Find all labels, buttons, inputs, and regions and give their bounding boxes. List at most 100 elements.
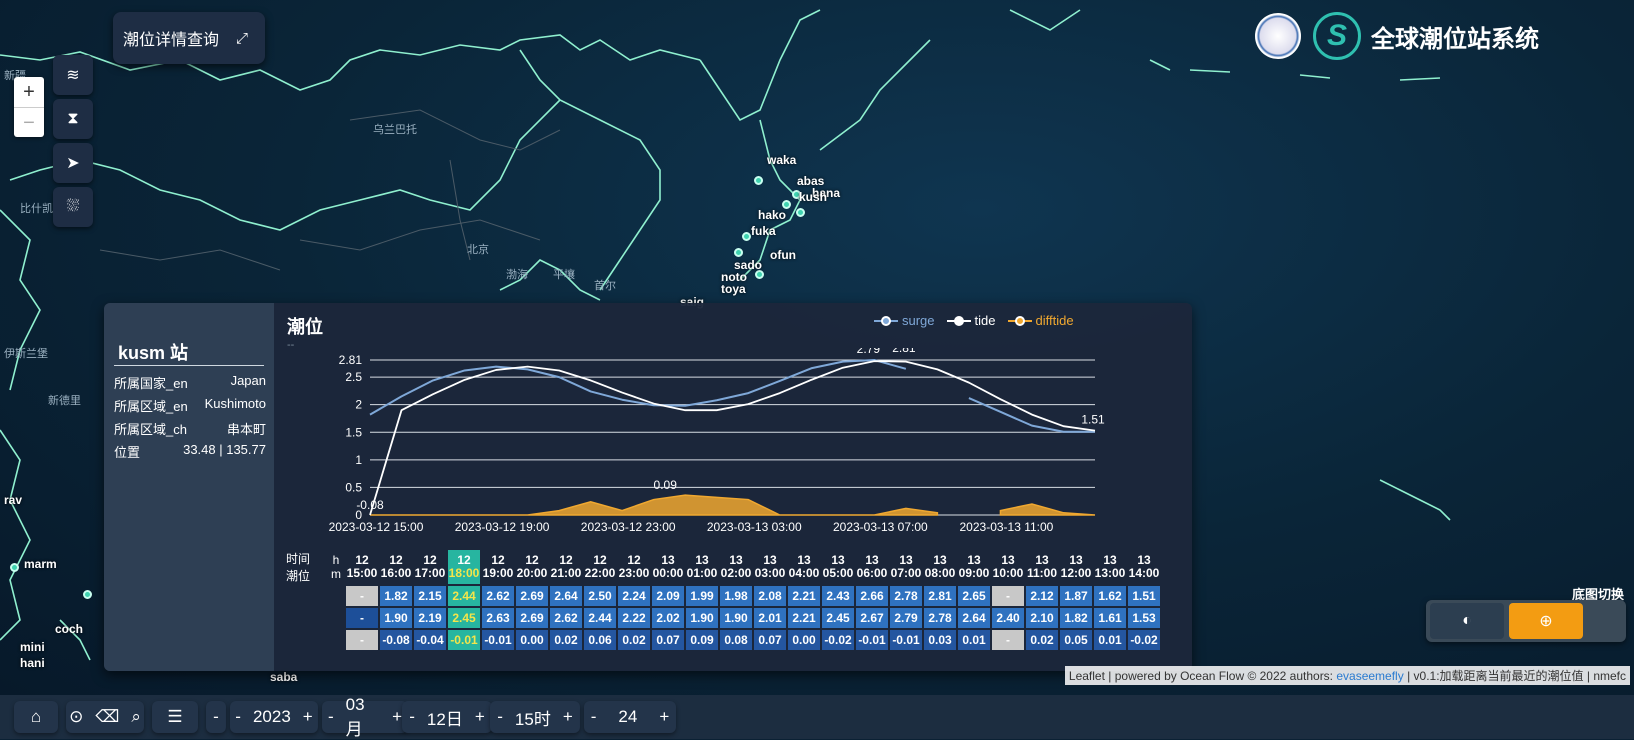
time-header[interactable]: 12 17:00	[414, 550, 446, 584]
time-header[interactable]: 13 10:00	[992, 550, 1024, 584]
station-label[interactable]: saba	[270, 670, 297, 684]
time-header[interactable]: 12 18:00	[448, 550, 480, 584]
legend-item-difftide[interactable]: difftide	[1007, 313, 1074, 328]
time-header[interactable]: 13 00:00	[652, 550, 684, 584]
series-difftide-area	[999, 503, 1096, 516]
time-header[interactable]: 13 06:00	[856, 550, 888, 584]
globe-dark-icon[interactable]: ◐	[1430, 603, 1504, 639]
table-cell: 0.02	[1026, 630, 1058, 650]
table-cell: 1.98	[720, 586, 752, 606]
month-plus[interactable]: +	[392, 707, 402, 727]
time-header[interactable]: 12 19:00	[482, 550, 514, 584]
station-label[interactable]: waka	[767, 153, 796, 167]
chart-legend: surge tide difftide	[874, 313, 1086, 328]
table-cell: 2.69	[516, 586, 548, 606]
hour-plus[interactable]: +	[563, 707, 573, 727]
legend-marker-icon	[1007, 315, 1032, 327]
hour-stepper[interactable]: - 15时 +	[490, 701, 580, 733]
y-tick-label: 1.5	[345, 425, 362, 439]
time-header[interactable]: 13 14:00	[1128, 550, 1160, 584]
month-value: 03月	[345, 694, 365, 739]
station-label[interactable]: coch	[55, 622, 83, 636]
time-header[interactable]: 13 01:00	[686, 550, 718, 584]
station-label[interactable]: hani	[20, 656, 45, 670]
hour-unit: h	[332, 553, 340, 567]
hourglass-icon[interactable]: ⧗	[53, 99, 93, 139]
home-icon[interactable]: ⌂	[14, 701, 58, 733]
year-minus[interactable]: -	[235, 707, 241, 727]
time-header[interactable]: 12 16:00	[380, 550, 412, 584]
station-marker[interactable]	[734, 248, 743, 257]
table-cell: 2.24	[618, 586, 650, 606]
table-cell: 2.45	[448, 608, 480, 628]
station-label[interactable]: toya	[721, 282, 746, 296]
info-value: 串本町	[226, 422, 266, 437]
data-label: 2.79	[857, 348, 881, 356]
time-header[interactable]: 13 09:00	[958, 550, 990, 584]
zoom-in-button[interactable]: +	[14, 77, 44, 107]
station-marker[interactable]	[10, 563, 19, 572]
time-header[interactable]: 13 11:00	[1026, 550, 1058, 584]
station-label[interactable]: marm	[24, 557, 57, 571]
month-stepper[interactable]: - 03月 +	[322, 695, 408, 739]
tide-chart[interactable]: 00.511.522.52.812023-03-12 15:00 2023-03-…	[280, 348, 1180, 543]
layers-icon[interactable]: ☰	[152, 701, 198, 733]
legend-item-tide[interactable]: tide	[946, 313, 996, 328]
eraser-icon[interactable]: ⌫	[95, 707, 119, 727]
month-minus[interactable]: -	[328, 707, 334, 727]
station-marker[interactable]	[754, 176, 763, 185]
station-label[interactable]: ofun	[770, 248, 796, 262]
time-header[interactable]: 13 04:00	[788, 550, 820, 584]
time-header[interactable]: 13 03:00	[754, 550, 786, 584]
time-header[interactable]: 13 12:00	[1060, 550, 1092, 584]
day-minus[interactable]: -	[409, 707, 415, 727]
agency-logo	[1255, 13, 1301, 59]
location-arrow-icon[interactable]: ➤	[53, 143, 93, 183]
station-label[interactable]: mini	[20, 640, 45, 654]
time-header[interactable]: 12 22:00	[584, 550, 616, 584]
legend-item-surge[interactable]: surge	[874, 313, 935, 328]
table-cell: 1.82	[380, 586, 412, 606]
zoom-out-button[interactable]: −	[14, 107, 44, 138]
zoom-search-icon[interactable]: ⌕	[131, 707, 141, 727]
time-header[interactable]: 13 13:00	[1094, 550, 1126, 584]
time-header[interactable]: 13 08:00	[924, 550, 956, 584]
time-header[interactable]: 12 15:00	[346, 550, 378, 584]
globe-icon[interactable]: ⊕	[1509, 603, 1583, 639]
span-plus[interactable]: +	[659, 707, 669, 727]
prev-button[interactable]: -	[206, 701, 226, 733]
table-cell: -	[346, 586, 378, 606]
station-marker[interactable]	[796, 208, 805, 217]
day-stepper[interactable]: - 12日 +	[402, 701, 492, 733]
station-label[interactable]: fuka	[751, 224, 776, 238]
table-cell: 2.40	[992, 608, 1024, 628]
time-header[interactable]: 13 07:00	[890, 550, 922, 584]
station-label[interactable]: rav	[4, 493, 22, 507]
tide-query-button[interactable]: 潮位详情查询 ⤢	[113, 12, 265, 64]
station-label[interactable]: hako	[758, 208, 786, 222]
day-plus[interactable]: +	[475, 707, 485, 727]
minus-label: -	[213, 707, 219, 726]
table-cell: 1.62	[1094, 586, 1126, 606]
station-marker[interactable]	[742, 232, 751, 241]
time-header[interactable]: 12 23:00	[618, 550, 650, 584]
locate-icon[interactable]: ⊙	[69, 707, 83, 727]
table-cell: -0.08	[380, 630, 412, 650]
hour-minus[interactable]: -	[497, 707, 503, 727]
time-header[interactable]: 12 20:00	[516, 550, 548, 584]
expand-icon[interactable]: ⤢	[231, 27, 253, 49]
station-label[interactable]: kush	[799, 190, 827, 204]
span-stepper[interactable]: - 24 +	[584, 701, 676, 733]
tide-gauge-icon[interactable]: ⛆	[53, 187, 93, 227]
year-plus[interactable]: +	[303, 707, 313, 727]
year-stepper[interactable]: - 2023 +	[230, 701, 318, 733]
waves-icon[interactable]: ≋	[53, 55, 93, 95]
span-minus[interactable]: -	[591, 707, 597, 727]
time-header[interactable]: 12 21:00	[550, 550, 582, 584]
author-link[interactable]: evaseemefly	[1336, 669, 1403, 683]
info-label: 所属区域_ch	[114, 422, 187, 437]
time-header[interactable]: 13 02:00	[720, 550, 752, 584]
time-header[interactable]: 13 05:00	[822, 550, 854, 584]
table-cell: 0.00	[788, 630, 820, 650]
station-marker[interactable]	[83, 590, 92, 599]
